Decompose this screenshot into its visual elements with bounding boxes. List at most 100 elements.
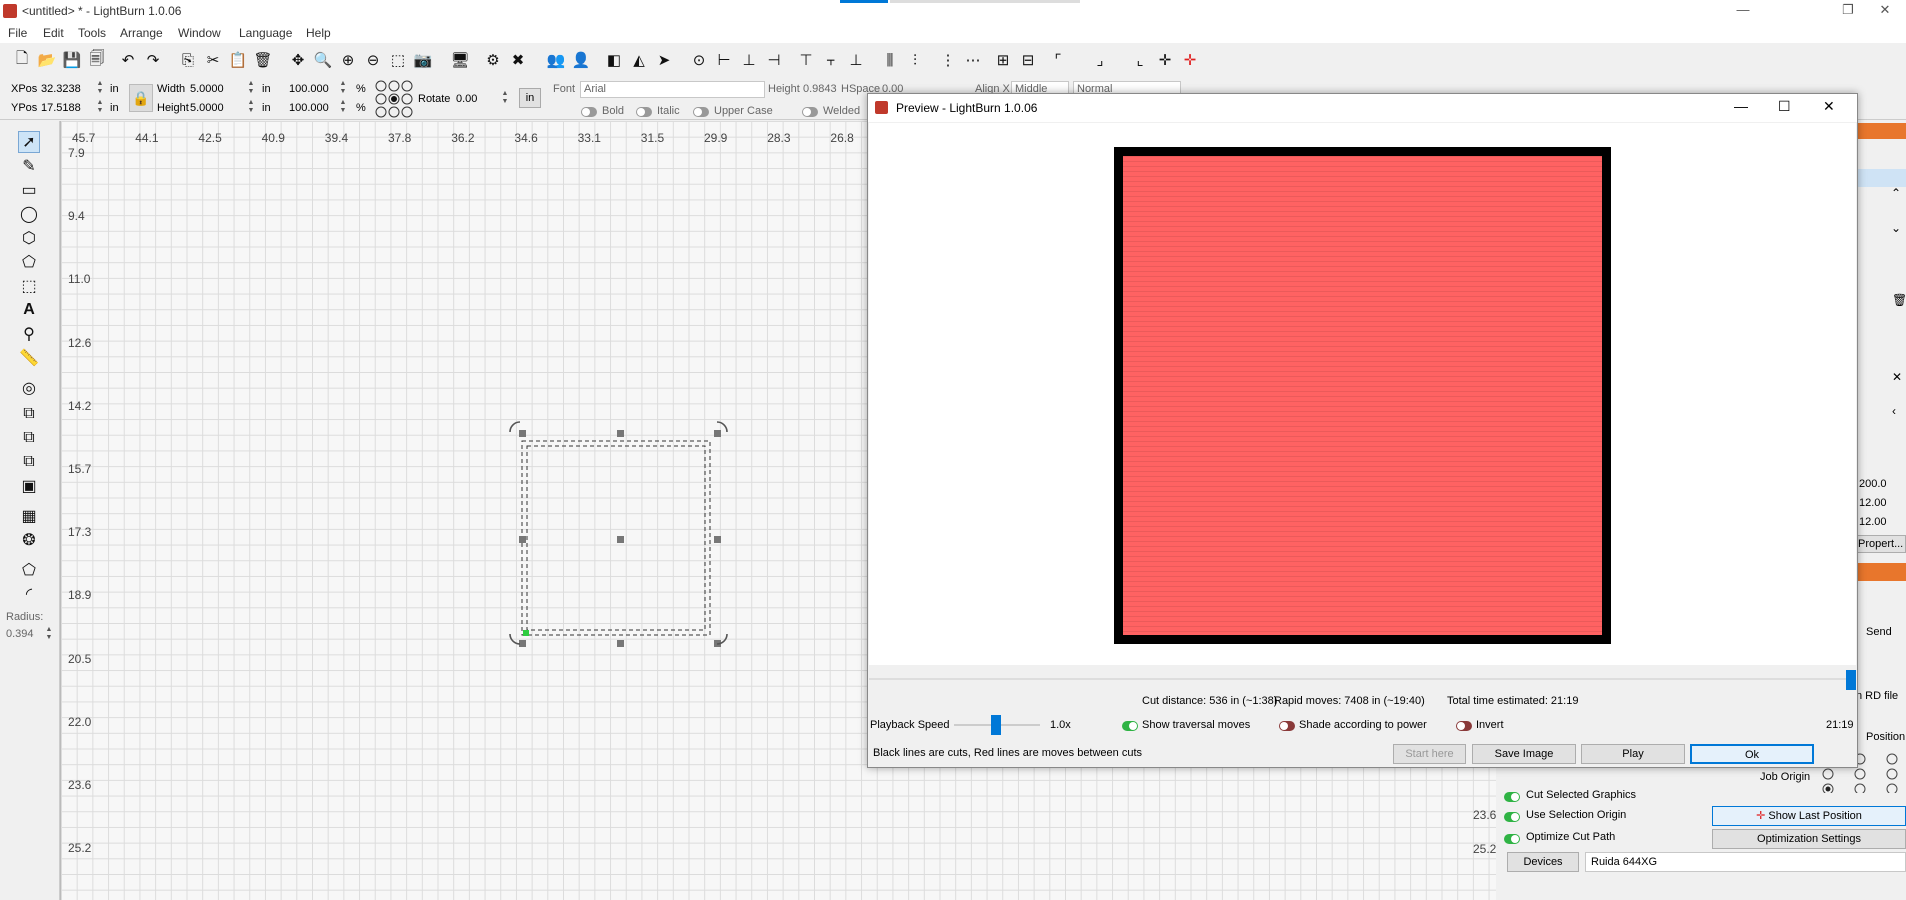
uppercase-toggle[interactable] <box>693 107 709 117</box>
new-file-icon[interactable]: 🗋 <box>12 50 32 70</box>
flip-horizontal-icon[interactable]: ◧ <box>604 50 624 70</box>
bold-toggle[interactable] <box>581 107 597 117</box>
preview-close-button[interactable]: ✕ <box>1823 98 1835 115</box>
rectangle-tool-icon[interactable]: ▭ <box>18 179 40 201</box>
use-selection-origin-toggle[interactable] <box>1504 812 1520 822</box>
show-traversal-toggle[interactable] <box>1122 721 1138 731</box>
properties-button[interactable]: Propert... <box>1853 535 1906 553</box>
start-here-button[interactable]: Start here <box>1393 744 1466 764</box>
menu-file[interactable]: File <box>8 26 27 40</box>
lock-icon[interactable]: 🔒 <box>129 84 153 112</box>
zoom-out-icon[interactable]: ⊖ <box>363 50 383 70</box>
align-bottom-icon[interactable]: ⊥ <box>846 50 866 70</box>
save-rd-file-button[interactable]: n RD file <box>1856 690 1898 702</box>
minimize-button[interactable]: — <box>1720 0 1766 22</box>
zoom-in-icon[interactable]: ⊕ <box>338 50 358 70</box>
tools-icon[interactable]: ✖ <box>508 50 528 70</box>
ypos-value[interactable]: 17.5188 <box>41 102 81 114</box>
polygon-tool-icon[interactable]: ⬡ <box>18 227 40 249</box>
menu-language[interactable]: Language <box>239 26 292 40</box>
xpos-spinner[interactable]: ▲ ▼ <box>95 80 105 97</box>
scale-width-value[interactable]: 100.000 <box>289 83 329 95</box>
send-button[interactable]: Send <box>1866 626 1892 638</box>
copy-icon[interactable]: ⎘ <box>178 50 198 70</box>
distribute-v-icon[interactable]: ⫶ <box>905 50 925 70</box>
monitor-icon[interactable]: 🖥 <box>450 50 470 70</box>
group-icon[interactable]: 👥 <box>546 50 566 70</box>
weld-icon[interactable]: ▣ <box>18 475 40 497</box>
send-icon[interactable]: ➤ <box>654 50 674 70</box>
align-right-icon[interactable]: ⊣ <box>764 50 784 70</box>
scale-width-spinner[interactable]: ▲ ▼ <box>338 80 348 97</box>
progress-slider-handle[interactable] <box>1846 670 1856 690</box>
paste-icon[interactable]: 📋 <box>228 50 248 70</box>
radius-value[interactable]: 0.394 <box>6 628 34 640</box>
menu-arrange[interactable]: Arrange <box>120 26 163 40</box>
align-left-icon[interactable]: ⊢ <box>714 50 734 70</box>
chevron-left-icon[interactable]: ‹ <box>1892 404 1896 418</box>
draw-lines-icon[interactable]: ✎ <box>18 155 40 177</box>
circular-array-icon[interactable]: ❂ <box>18 529 40 551</box>
devices-button[interactable]: Devices <box>1507 852 1579 872</box>
rotate-value[interactable]: 0.00 <box>456 93 477 105</box>
close-icon[interactable]: ✕ <box>1892 370 1902 384</box>
menu-help[interactable]: Help <box>306 26 331 40</box>
text-tool-icon[interactable]: A <box>18 299 40 321</box>
power-value[interactable]: 200.0 <box>1859 478 1887 490</box>
frame-selection-icon[interactable]: ⬚ <box>388 50 408 70</box>
fillet-icon[interactable]: ◜ <box>18 583 40 605</box>
preview-maximize-button[interactable]: ☐ <box>1778 98 1791 115</box>
radius-spinner[interactable]: ▲ ▼ <box>44 626 54 643</box>
chevron-up-icon[interactable]: ⌃ <box>1891 186 1901 200</box>
preview-progress-track[interactable] <box>869 668 1856 690</box>
text-height-value[interactable]: 0.9843 <box>803 83 837 95</box>
cut-icon[interactable]: ✂ <box>203 50 223 70</box>
boolean-subtract-icon[interactable]: ⧉ <box>18 427 40 449</box>
center-v-icon[interactable]: ⊟ <box>1018 50 1038 70</box>
preview-minimize-button[interactable]: — <box>1734 98 1748 114</box>
cut-selected-toggle[interactable] <box>1504 792 1520 802</box>
ungroup-icon[interactable]: 👤 <box>571 50 591 70</box>
offset-shapes-icon[interactable]: ◎ <box>18 377 40 399</box>
save-icon[interactable]: 💾 <box>62 50 82 70</box>
width-value[interactable]: 5.0000 <box>190 83 224 95</box>
ok-button[interactable]: Ok <box>1690 744 1814 764</box>
move-icon[interactable]: ✥ <box>288 50 308 70</box>
rotate-spinner[interactable]: ▲ ▼ <box>500 90 510 107</box>
welded-toggle[interactable] <box>802 107 818 117</box>
device-select[interactable]: Ruida 644XG <box>1585 852 1906 872</box>
boolean-intersect-icon[interactable]: ⧉ <box>18 451 40 473</box>
laser-position-icon[interactable]: ✛ <box>1180 50 1200 70</box>
scale-height-spinner[interactable]: ▲ ▼ <box>338 99 348 116</box>
chamfer-icon[interactable]: ⬠ <box>18 559 40 581</box>
play-button[interactable]: Play <box>1581 744 1685 764</box>
show-last-position-button[interactable]: ✛ Show Last Position <box>1712 806 1906 826</box>
optimization-settings-button[interactable]: Optimization Settings <box>1712 829 1906 849</box>
corner-top-left-icon[interactable]: ⌜ <box>1048 50 1068 70</box>
layer-row-selected[interactable] <box>1856 169 1906 187</box>
camera-icon[interactable]: 📷 <box>413 50 433 70</box>
align-middle-icon[interactable]: ⫟ <box>821 50 841 70</box>
italic-toggle[interactable] <box>636 107 652 117</box>
height-value[interactable]: 5.0000 <box>190 102 224 114</box>
speed-value[interactable]: 12.00 <box>1859 516 1887 528</box>
menu-edit[interactable]: Edit <box>43 26 64 40</box>
anchor-point-grid[interactable] <box>374 80 414 118</box>
delete-icon[interactable]: 🗑 <box>253 50 273 70</box>
save-image-button[interactable]: Save Image <box>1472 744 1576 764</box>
edit-nodes-icon[interactable]: ⬚ <box>18 275 40 297</box>
optimize-cut-toggle[interactable] <box>1504 834 1520 844</box>
position-laser-icon[interactable]: ⚲ <box>18 323 40 345</box>
open-file-icon[interactable]: 📂 <box>37 50 57 70</box>
redo-icon[interactable]: ↷ <box>143 50 163 70</box>
font-select[interactable]: Arial <box>580 81 765 98</box>
rotate-unit-button[interactable]: in <box>519 88 541 108</box>
scale-height-value[interactable]: 100.000 <box>289 102 329 114</box>
settings-gear-icon[interactable]: ⚙ <box>483 50 503 70</box>
menu-window[interactable]: Window <box>178 26 221 40</box>
xpos-value[interactable]: 32.3238 <box>41 83 81 95</box>
space-h-icon[interactable]: ⋮ <box>938 50 958 70</box>
delete-layer-icon[interactable]: 🗑 <box>1892 293 1906 307</box>
distribute-h-icon[interactable]: ⫼ <box>880 50 900 70</box>
boolean-union-icon[interactable]: ⧉ <box>18 403 40 425</box>
